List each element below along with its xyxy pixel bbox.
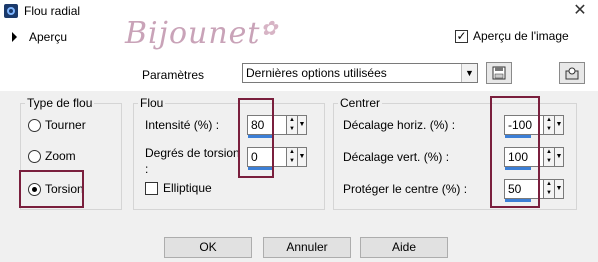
radio-unselected-icon [28,149,41,163]
preset-value: Dernières options utilisées [246,66,387,80]
preview-label: Aperçu [29,30,68,44]
elliptic-checkbox[interactable]: Elliptique [145,181,212,195]
spin-arrows[interactable]: ▲ ▼ [544,179,555,199]
chevron-down-icon[interactable]: ▼ [298,147,307,167]
chevron-down-icon[interactable]: ▼ [298,115,307,135]
chevron-down-icon: ▼ [461,64,477,82]
reset-icon [565,67,579,80]
flower-icon: ✿ [260,16,279,40]
blur-type-title: Type de flou [25,96,95,110]
reset-button[interactable] [559,62,585,84]
ok-button[interactable]: OK [164,237,252,258]
up-arrow-icon[interactable]: ▲ [544,180,554,189]
up-arrow-icon[interactable]: ▲ [544,148,554,157]
radio-zoom[interactable]: Zoom [28,149,76,163]
elliptic-label: Elliptique [163,181,212,195]
center-title: Centrer [338,96,383,110]
save-preset-button[interactable] [486,62,512,84]
image-preview-checkbox[interactable]: ✓ Aperçu de l'image [455,29,569,43]
chevron-down-icon[interactable]: ▼ [555,179,564,199]
blur-values-highlight [238,98,274,178]
radio-tourner[interactable]: Tourner [28,118,86,132]
radio-label: Tourner [45,118,86,132]
preset-select[interactable]: Dernières options utilisées ▼ [242,63,478,83]
parameters-label: Paramètres [142,68,205,82]
preview-toggle[interactable]: Aperçu [12,30,67,44]
voffset-label: Décalage vert. (%) : [343,150,450,164]
down-arrow-icon[interactable]: ▼ [287,157,297,166]
up-arrow-icon[interactable]: ▲ [544,116,554,125]
chevron-down-icon[interactable]: ▼ [555,115,564,135]
down-arrow-icon[interactable]: ▼ [287,125,297,134]
torsion-highlight [19,170,84,208]
intensity-label: Intensité (%) : [145,118,220,132]
help-button[interactable]: Aide [360,237,448,258]
twist-label-1: Degrés de torsion [145,146,240,160]
blur-title: Flou [138,96,166,110]
center-values-highlight [490,96,540,208]
spin-arrows[interactable]: ▲ ▼ [544,115,555,135]
checkbox-checked-icon: ✓ [455,28,468,43]
title-bar [0,0,598,24]
checkbox-unchecked-icon [145,181,158,195]
down-arrow-icon[interactable]: ▼ [544,189,554,198]
chevron-down-icon[interactable]: ▼ [555,147,564,167]
radio-unselected-icon [28,118,41,132]
down-arrow-icon[interactable]: ▼ [544,157,554,166]
save-icon [492,66,506,80]
radio-label: Zoom [45,149,76,163]
down-arrow-icon[interactable]: ▼ [544,125,554,134]
hoffset-label: Décalage horiz. (%) : [343,118,456,132]
expand-triangle-icon [12,32,17,42]
protect-label: Protéger le centre (%) : [343,182,468,196]
image-preview-label: Aperçu de l'image [473,29,569,43]
spin-arrows[interactable]: ▲ ▼ [287,147,298,167]
app-icon [4,4,18,18]
close-button[interactable]: ✕ [568,2,592,22]
spin-arrows[interactable]: ▲ ▼ [544,147,555,167]
cancel-button[interactable]: Annuler [263,237,351,258]
twist-label-2: : [145,162,149,176]
window-title: Flou radial [24,4,81,18]
up-arrow-icon[interactable]: ▲ [287,116,297,125]
spin-arrows[interactable]: ▲ ▼ [287,115,298,135]
up-arrow-icon[interactable]: ▲ [287,148,297,157]
logo-text: Bijounet [125,16,261,51]
